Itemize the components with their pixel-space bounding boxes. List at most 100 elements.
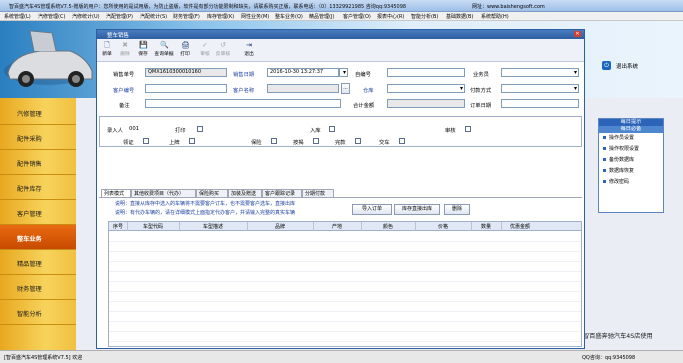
date-dropdown-button[interactable] <box>339 68 348 77</box>
audit-checkbox[interactable] <box>465 126 471 132</box>
column-divider <box>313 222 314 231</box>
grid-column-header[interactable]: 序号 <box>109 223 127 230</box>
status-checkbox-3[interactable] <box>313 138 319 144</box>
tab-1[interactable]: 其他收费项目（代办） <box>131 189 196 198</box>
menu-item-4[interactable]: 汽配统计(S) <box>140 13 167 20</box>
toolbar-button-0[interactable]: 🗋 新单 <box>99 41 115 57</box>
note-1: 说明：直接从库存中选入的车辆将不需要客户订车，也不需要客户选车，直接出库 <box>115 201 296 207</box>
daily-tip-header: 每日提示 <box>599 119 663 126</box>
status-checkbox-4[interactable] <box>355 138 361 144</box>
date-in-field[interactable] <box>501 99 579 108</box>
logout-button[interactable]: ⏻ 退出系统 <box>602 60 662 72</box>
tab-3[interactable]: 加装及赠送 <box>228 189 262 198</box>
right-panel-item-3[interactable]: 数据库恢复 <box>599 166 663 177</box>
tab-5[interactable]: 分期付款 <box>302 189 334 198</box>
menu-item-9[interactable]: 精品管理(J) <box>309 13 334 20</box>
grid-column-header[interactable]: 车型代码 <box>127 223 179 230</box>
status-checkbox-2[interactable] <box>271 138 277 144</box>
right-panel-item-0[interactable]: 操作员设置 <box>599 133 663 144</box>
grid-row-line <box>109 291 581 292</box>
status-checkbox-0[interactable] <box>143 138 149 144</box>
sidebar-item-label: 配件库存 <box>17 186 42 193</box>
tab-4[interactable]: 客户跟踪记录 <box>262 189 302 198</box>
grid-row-line <box>109 321 581 322</box>
toolbar-button-6[interactable]: ↺ 反审核 <box>215 41 231 57</box>
customer-name-label: 客户名称 <box>233 88 255 94</box>
right-panel: 每日提示 每日必备 操作员设置 操作权限设置 备份数据库 数据库恢复 修改密码 <box>598 118 664 213</box>
sidebar-item-2[interactable]: 配件销售 <box>0 150 76 175</box>
vehicle-sales-dialog: 整车销售 ✕ 🗋 新单 ✖ 删除 💾 保存 🔍 查询单据 🖨 打印 ✓ 审核 ↺ 反审核 ⇥ 退出 销售单号 … <box>96 29 585 349</box>
sidebar-item-label: 汽修管理 <box>17 111 42 118</box>
menu-item-3[interactable]: 汽配管理(P) <box>106 13 133 20</box>
customer-no-field[interactable] <box>145 84 227 93</box>
sidebar-item-1[interactable]: 配件采购 <box>0 125 76 150</box>
menu-item-12[interactable]: 智能分析(B) <box>411 13 438 20</box>
menu-item-7[interactable]: 网性业务(M) <box>241 13 269 20</box>
print-label: 打印 <box>175 128 186 134</box>
warehouse-in-checkbox[interactable] <box>329 126 335 132</box>
salesman-label: 业务员 <box>473 72 489 78</box>
customer-browse-button[interactable]: ... <box>341 83 350 94</box>
salesman-select[interactable] <box>501 68 579 77</box>
remark-label: 备注 <box>119 103 130 109</box>
sidebar-item-label: 财务管理 <box>17 286 42 293</box>
sidebar-item-8[interactable]: 智能分析 <box>0 300 76 325</box>
tab-0[interactable]: 列表模式 <box>101 189 131 198</box>
import-order-button[interactable]: 导入订单 <box>352 204 392 215</box>
menu-item-14[interactable]: 系统帮助(H) <box>481 13 509 20</box>
grid-column-header[interactable]: 车型描述 <box>179 223 247 230</box>
sidebar-item-7[interactable]: 财务管理 <box>0 275 76 300</box>
status-checkbox-5[interactable] <box>399 138 405 144</box>
status-checkbox-1[interactable] <box>189 138 195 144</box>
grid-column-header[interactable]: 优惠金额 <box>501 223 539 230</box>
sidebar-item-5[interactable]: 整车业务 <box>0 225 76 250</box>
sidebar-item-4[interactable]: 客户管理 <box>0 200 76 225</box>
car-banner-image <box>4 30 93 87</box>
invoice-field[interactable] <box>387 68 465 77</box>
toolbar-button-7[interactable]: ⇥ 退出 <box>241 41 257 57</box>
remark-field[interactable] <box>145 99 341 108</box>
grid-column-header[interactable]: 价格 <box>415 223 471 230</box>
unaudit-icon: ↺ <box>220 41 226 49</box>
menu-item-11[interactable]: 报表中心(R) <box>377 13 404 20</box>
grid-column-header[interactable]: 颜色 <box>361 223 415 230</box>
toolbar-button-3[interactable]: 🔍 查询单据 <box>153 41 175 57</box>
order-no-field[interactable]: QMX1610300010160 <box>145 68 227 77</box>
sidebar-item-6[interactable]: 精品管理 <box>0 250 76 275</box>
grid-column-header[interactable]: 品牌 <box>247 223 313 230</box>
vehicle-grid[interactable]: 序号 车型代码 车型描述 品牌 产地 颜色 价格 数量 优惠金额 <box>108 221 582 347</box>
right-panel-item-1[interactable]: 操作权限设置 <box>599 144 663 155</box>
app-title-bar: 智百盛汽车4S管理系统V7.5-赠版的用户：您所使用的是试用版，为防止盗版，软件… <box>0 0 683 12</box>
tab-2[interactable]: 保险购买 <box>196 189 228 198</box>
payment-label: 付款方式 <box>470 88 492 94</box>
sidebar-item-3[interactable]: 配件库存 <box>0 175 76 200</box>
menu-item-2[interactable]: 汽修统计(U) <box>72 13 100 20</box>
grid-column-header[interactable]: 数量 <box>471 223 501 230</box>
right-panel-item-label: 备份数据库 <box>609 157 635 163</box>
toolbar-button-4[interactable]: 🖨 打印 <box>177 41 193 57</box>
grid-column-header[interactable]: 产地 <box>313 223 361 230</box>
stock-out-button[interactable]: 库存直接出库 <box>394 204 440 215</box>
sidebar-item-label: 整车业务 <box>17 236 42 243</box>
close-button[interactable]: ✕ <box>574 31 581 37</box>
search-icon: 🔍 <box>160 41 169 49</box>
menu-item-5[interactable]: 财务管理(F) <box>173 13 200 20</box>
date-field[interactable]: 2016-10-30 13:27:37 <box>267 68 339 77</box>
print-checkbox[interactable] <box>197 126 203 132</box>
menu-item-0[interactable]: 系统管理(L) <box>4 13 31 20</box>
sidebar-item-0[interactable]: 汽修管理 <box>0 100 76 125</box>
menu-item-6[interactable]: 库存管理(K) <box>207 13 234 20</box>
menu-item-1[interactable]: 汽修管理(C) <box>38 13 65 20</box>
toolbar-button-5[interactable]: ✓ 审核 <box>197 41 213 57</box>
payment-select[interactable] <box>501 84 579 93</box>
delete-row-button[interactable]: 删除 <box>444 204 470 215</box>
toolbar-button-2[interactable]: 💾 保存 <box>135 41 151 57</box>
menu-item-13[interactable]: 基础数据(B) <box>446 13 473 20</box>
toolbar-button-1[interactable]: ✖ 删除 <box>117 41 133 57</box>
menu-item-8[interactable]: 整车业务(Q) <box>275 13 303 20</box>
menu-item-10[interactable]: 客户管理(O) <box>343 13 371 20</box>
customer-name-field[interactable] <box>267 84 339 93</box>
right-panel-item-2[interactable]: 备份数据库 <box>599 155 663 166</box>
right-panel-item-4[interactable]: 修改密码 <box>599 177 663 188</box>
warehouse-select[interactable] <box>387 84 465 93</box>
